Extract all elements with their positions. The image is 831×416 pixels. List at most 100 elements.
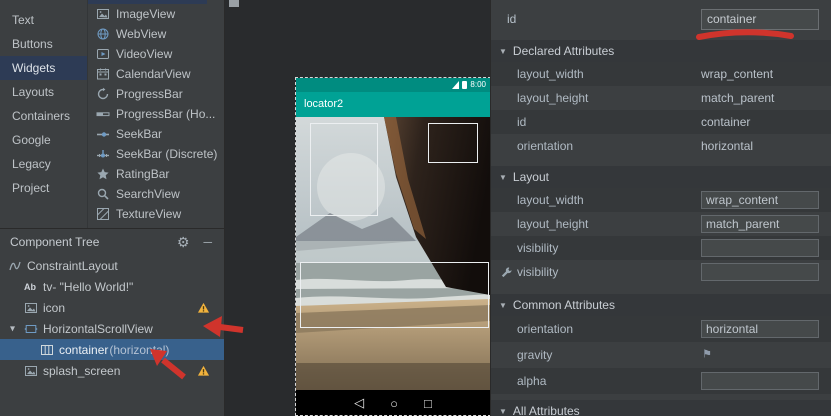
tree-item-tv-hello-world[interactable]: Abtv- "Hello World!": [0, 276, 224, 297]
section-rows: layout_widthwrap_content layout_height mat…: [491, 188, 831, 284]
attribute-row-layout-width: layout_widthwrap_content: [491, 62, 831, 86]
design-canvas[interactable]: 8:00 locator2: [225, 0, 490, 416]
palette-category-list: TextButtonsWidgetsLayouts Containers Googl…: [0, 0, 88, 228]
attribute-label: alpha: [517, 374, 546, 388]
attribute-label: gravity: [517, 348, 552, 362]
palette-widget-label: SeekBar (Discrete): [116, 147, 217, 161]
section-header-all-attributes[interactable]: ▼All Attributes: [491, 400, 831, 416]
linearlayout-horizontal-icon: [40, 343, 54, 357]
palette-category-label: Project: [12, 181, 49, 195]
palette-category-project[interactable]: Project: [0, 176, 87, 200]
attribute-label: visibility: [517, 241, 558, 255]
tree-item-constraintlayout[interactable]: ConstraintLayout: [0, 255, 224, 276]
palette-category-label: Legacy: [12, 157, 51, 171]
attribute-label-wrap: layout_height: [517, 217, 588, 231]
palette-widget-label: SeekBar: [116, 127, 162, 141]
palette-widget-webview[interactable]: WebView: [88, 24, 224, 44]
attribute-row-id: id container: [491, 110, 831, 134]
palette-widget-progressbar-ho[interactable]: ProgressBar (Ho...: [88, 104, 224, 124]
minimize-icon[interactable]: ─: [203, 235, 212, 249]
section-header-declared-attributes[interactable]: ▼Declared Attributes: [491, 40, 831, 62]
attribute-row-layout-width: layout_widthwrap_content: [491, 188, 831, 212]
expand-arrow-icon[interactable]: ▾: [10, 323, 15, 334]
webview-icon: [96, 27, 110, 41]
tree-item-label: icon: [43, 301, 65, 315]
palette-widget-searchview[interactable]: SearchView: [88, 184, 224, 204]
gear-icon[interactable]: ⚙: [177, 234, 190, 251]
id-attribute-row: id container: [491, 0, 831, 40]
horizontalscrollview-icon: [24, 322, 38, 336]
component-tree-title: Component Tree: [10, 235, 177, 249]
attributes-panel: id container ▼Declared Attributeslayout_…: [490, 0, 831, 416]
attribute-value: container: [701, 115, 750, 129]
attribute-value: match_parent: [706, 217, 779, 231]
attribute-label: id: [517, 115, 526, 129]
section-rows: orientation horizontal gravity⚑ alpha: [491, 316, 831, 394]
attribute-value-input[interactable]: [701, 263, 819, 281]
section-header-layout[interactable]: ▼Layout: [491, 166, 831, 188]
component-tree-panel: Component Tree ⚙ ─ ConstraintLayoutAbtv-…: [0, 228, 225, 416]
attribute-row-orientation: orientation horizontal: [491, 316, 831, 342]
palette-widget-calendarview[interactable]: CalendarView: [88, 64, 224, 84]
palette-widget-textureview[interactable]: TextureView: [88, 204, 224, 224]
attribute-value-input[interactable]: horizontal: [701, 320, 819, 338]
palette-category-label: Containers: [12, 109, 70, 123]
palette-category-legacy[interactable]: Legacy: [0, 152, 87, 176]
palette-widget-imageview[interactable]: ImageView: [88, 4, 224, 24]
attribute-row-orientation: orientationhorizontal: [491, 134, 831, 158]
signal-icon: [452, 81, 459, 89]
attribute-label: visibility: [517, 265, 558, 279]
partially-visible-selected-row: [88, 0, 207, 4]
scrollbar-thumb[interactable]: [229, 0, 239, 7]
preview-wallpaper[interactable]: [296, 117, 490, 390]
palette-category-containers[interactable]: Containers: [0, 104, 87, 128]
videoview-icon: [96, 47, 110, 61]
attribute-label-wrap: gravity: [517, 348, 552, 362]
android-studio-layout-editor: TextButtonsWidgetsLayouts Containers Googl…: [0, 0, 831, 416]
warning-icon: [197, 301, 210, 314]
palette-category-widgets[interactable]: Widgets: [0, 56, 87, 80]
searchview-icon: [96, 187, 110, 201]
palette-category-google[interactable]: Google: [0, 128, 87, 152]
collapse-arrow-icon: ▼: [499, 47, 507, 56]
attribute-value-input[interactable]: wrap_content: [701, 191, 819, 209]
tree-item-icon[interactable]: icon: [0, 297, 224, 318]
palette-category-buttons[interactable]: Buttons: [0, 32, 87, 56]
tree-item-horizontalscrollview[interactable]: ▾HorizontalScrollView: [0, 318, 224, 339]
tree-item-splash-screen[interactable]: splash_screen: [0, 360, 224, 381]
attribute-label: orientation: [517, 322, 573, 336]
attribute-value-input[interactable]: [701, 239, 819, 257]
device-preview[interactable]: 8:00 locator2: [296, 78, 490, 416]
attribute-value: match_parent: [701, 91, 774, 105]
palette-widget-seekbar-discrete[interactable]: SeekBar (Discrete): [88, 144, 224, 164]
collapse-arrow-icon: ▼: [499, 173, 507, 182]
app-bar-title: locator2: [296, 92, 490, 117]
status-time: 8:00: [470, 81, 486, 89]
palette-category-layouts[interactable]: Layouts: [0, 80, 87, 104]
palette-widget-seekbar[interactable]: SeekBar: [88, 124, 224, 144]
section-header-common-attributes[interactable]: ▼Common Attributes: [491, 294, 831, 316]
attribute-value-input[interactable]: [701, 372, 819, 390]
back-icon: ◁: [354, 395, 364, 411]
attribute-row-gravity: gravity⚑: [491, 342, 831, 368]
palette-widget-label: TextureView: [116, 207, 181, 221]
palette-widget-label: ImageView: [116, 7, 175, 21]
palette-widget-ratingbar[interactable]: RatingBar: [88, 164, 224, 184]
palette-category-text[interactable]: Text: [0, 8, 87, 32]
palette-widget-label: WebView: [116, 27, 166, 41]
attribute-value-input[interactable]: match_parent: [701, 215, 819, 233]
tree-item-container[interactable]: container(horizontal): [0, 339, 224, 360]
id-value-input[interactable]: container: [701, 9, 819, 30]
constraintlayout-icon: [8, 259, 22, 273]
palette-widget-label: SearchView: [116, 187, 180, 201]
attribute-row-layout-height: layout_height match_parent: [491, 212, 831, 236]
status-bar: 8:00: [296, 78, 490, 92]
tree-item-suffix: (horizontal): [109, 343, 169, 357]
component-tree-header: Component Tree ⚙ ─: [0, 229, 224, 255]
attribute-label-wrap: layout_width: [517, 67, 584, 81]
palette-widget-videoview[interactable]: VideoView: [88, 44, 224, 64]
section-rows: layout_widthwrap_contentlayout_heightmat…: [491, 62, 831, 158]
attribute-value: horizontal: [706, 322, 758, 336]
palette-widget-progressbar[interactable]: ProgressBar: [88, 84, 224, 104]
tree-item-label: tv- "Hello World!": [43, 280, 133, 294]
